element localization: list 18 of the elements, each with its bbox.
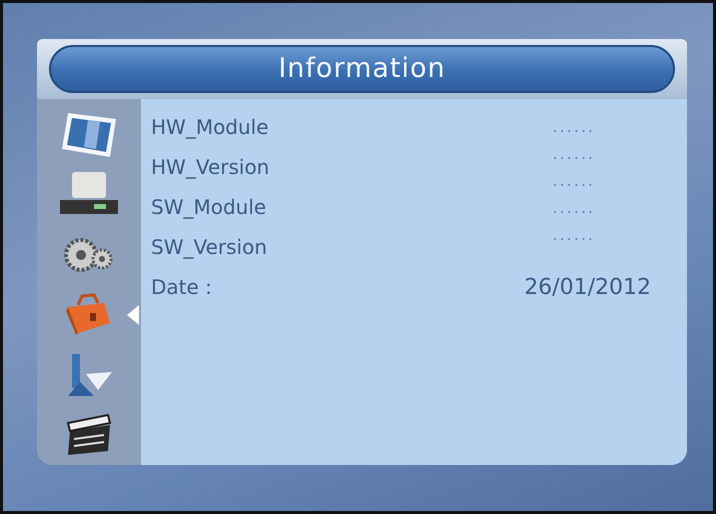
info-label: Date : [151, 274, 213, 301]
info-label: HW_Version [151, 154, 270, 181]
info-value: ...... [552, 116, 595, 138]
menu-title: Information [278, 52, 446, 86]
info-value: ...... [552, 197, 595, 219]
pointer-icon[interactable] [68, 354, 112, 396]
info-label: SW_Version [151, 234, 268, 261]
info-value: ...... [552, 170, 595, 192]
info-value: ...... [552, 224, 595, 246]
toolbox-icon[interactable] [66, 293, 110, 335]
info-value: ...... [552, 143, 595, 165]
receiver-icon[interactable] [60, 172, 118, 214]
info-label: HW_Module [151, 114, 270, 141]
gears-icon[interactable] [64, 238, 112, 272]
info-label: SW_Module [151, 194, 268, 221]
date-value: 26/01/2012 [524, 274, 651, 302]
clapperboard-icon[interactable] [66, 414, 112, 455]
monitor-icon[interactable] [62, 113, 116, 157]
